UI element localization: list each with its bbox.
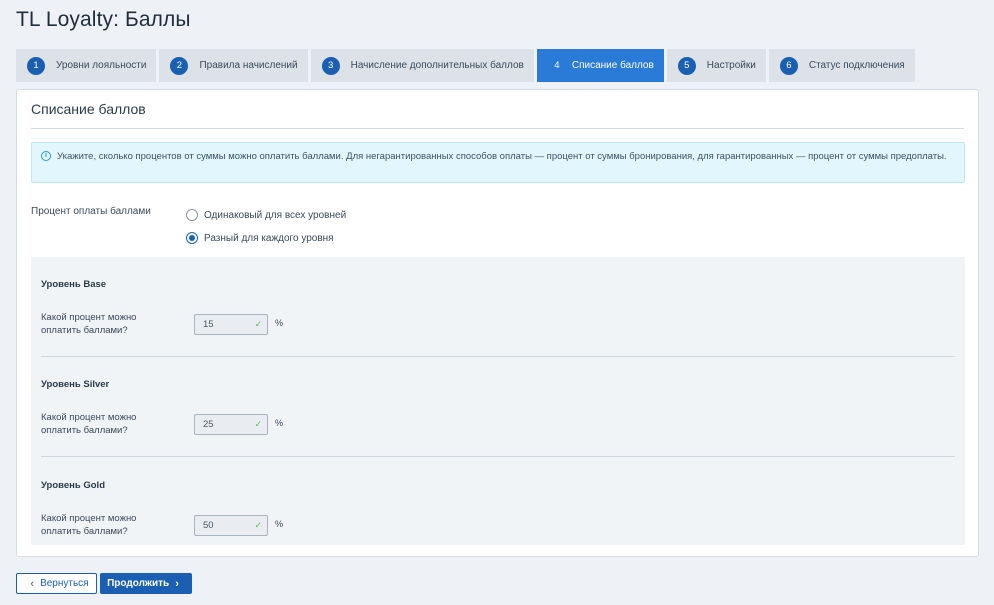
level-divider bbox=[41, 456, 955, 457]
tab-loyalty-levels[interactable]: 1 Уровни лояльности bbox=[16, 49, 157, 82]
writeoff-panel: Списание баллов i Укажите, сколько проце… bbox=[16, 89, 979, 557]
percent-unit: % bbox=[275, 418, 284, 428]
tab-label: Правила начислений bbox=[199, 60, 298, 71]
info-icon: i bbox=[41, 151, 51, 161]
percent-unit: % bbox=[275, 318, 284, 328]
tab-settings[interactable]: 5 Настройки bbox=[666, 49, 766, 82]
info-alert: i Укажите, сколько процентов от суммы мо… bbox=[31, 142, 965, 183]
tab-label: Начисление дополнительных баллов bbox=[350, 60, 524, 71]
check-icon: ✓ bbox=[254, 520, 262, 530]
check-icon: ✓ bbox=[254, 319, 262, 329]
levels-section: Уровень Base Какой процент можно оплатит… bbox=[31, 257, 965, 545]
back-button[interactable]: ‹ Вернуться bbox=[16, 573, 97, 594]
level-title: Уровень Base bbox=[41, 279, 107, 290]
input-value: 50 bbox=[203, 520, 214, 531]
radio-per-level[interactable]: Разный для каждого уровня bbox=[186, 232, 334, 244]
level-question: Какой процент можно оплатить баллами? bbox=[41, 412, 137, 436]
tab-accrual-rules[interactable]: 2 Правила начислений bbox=[159, 49, 308, 82]
tab-connection-status[interactable]: 6 Статус подключения bbox=[768, 49, 915, 82]
level-title: Уровень Gold bbox=[41, 480, 106, 491]
tab-label: Настройки bbox=[706, 60, 756, 71]
tab-label: Статус подключения bbox=[808, 60, 905, 71]
page-title: TL Loyalty: Баллы bbox=[16, 8, 191, 31]
divider bbox=[31, 128, 964, 129]
percent-input[interactable]: 50 ✓ bbox=[194, 515, 268, 536]
level-base: Уровень Base Какой процент можно оплатит… bbox=[41, 279, 955, 336]
percent-unit: % bbox=[275, 519, 284, 529]
panel-title: Списание баллов bbox=[31, 101, 146, 117]
level-gold: Уровень Gold Какой процент можно оплатит… bbox=[41, 480, 955, 537]
tab-points-writeoff[interactable]: 4 Списание баллов bbox=[536, 49, 664, 82]
radio-button[interactable] bbox=[186, 209, 198, 221]
level-question: Какой процент можно оплатить баллами? bbox=[41, 513, 137, 537]
info-text: Укажите, сколько процентов от суммы можн… bbox=[57, 151, 947, 162]
radio-label: Одинаковый для всех уровней bbox=[204, 209, 347, 221]
chevron-left-icon: ‹ bbox=[30, 577, 35, 590]
percent-input[interactable]: 15 ✓ bbox=[194, 314, 268, 335]
input-value: 25 bbox=[203, 419, 214, 430]
step-number: 3 bbox=[321, 56, 340, 75]
step-number: 1 bbox=[27, 56, 45, 75]
continue-button[interactable]: Продолжить › bbox=[100, 573, 192, 594]
check-icon: ✓ bbox=[254, 419, 262, 429]
radio-label: Разный для каждого уровня bbox=[204, 232, 334, 244]
level-divider bbox=[41, 356, 955, 357]
step-number: 4 bbox=[554, 60, 560, 71]
chevron-right-icon: › bbox=[175, 577, 179, 590]
wizard-tabs: 1 Уровни лояльности 2 Правила начислений… bbox=[16, 49, 915, 82]
step-number: 6 bbox=[779, 56, 798, 75]
radio-button-checked[interactable] bbox=[186, 232, 198, 244]
step-number: 2 bbox=[170, 56, 189, 75]
input-value: 15 bbox=[203, 319, 214, 330]
level-title: Уровень Silver bbox=[41, 379, 110, 390]
percent-input[interactable]: 25 ✓ bbox=[194, 414, 268, 435]
radio-same-for-all[interactable]: Одинаковый для всех уровней bbox=[186, 209, 346, 221]
step-number: 5 bbox=[677, 56, 696, 75]
level-question: Какой процент можно оплатить баллами? bbox=[41, 312, 137, 336]
back-label: Вернуться bbox=[40, 578, 89, 589]
tab-label: Списание баллов bbox=[571, 60, 654, 71]
percent-label: Процент оплаты баллами bbox=[31, 206, 151, 217]
tab-label: Уровни лояльности bbox=[56, 60, 147, 71]
tab-extra-points[interactable]: 3 Начисление дополнительных баллов bbox=[310, 49, 534, 82]
continue-label: Продолжить bbox=[107, 578, 170, 589]
level-silver: Уровень Silver Какой процент можно оплат… bbox=[41, 379, 955, 436]
